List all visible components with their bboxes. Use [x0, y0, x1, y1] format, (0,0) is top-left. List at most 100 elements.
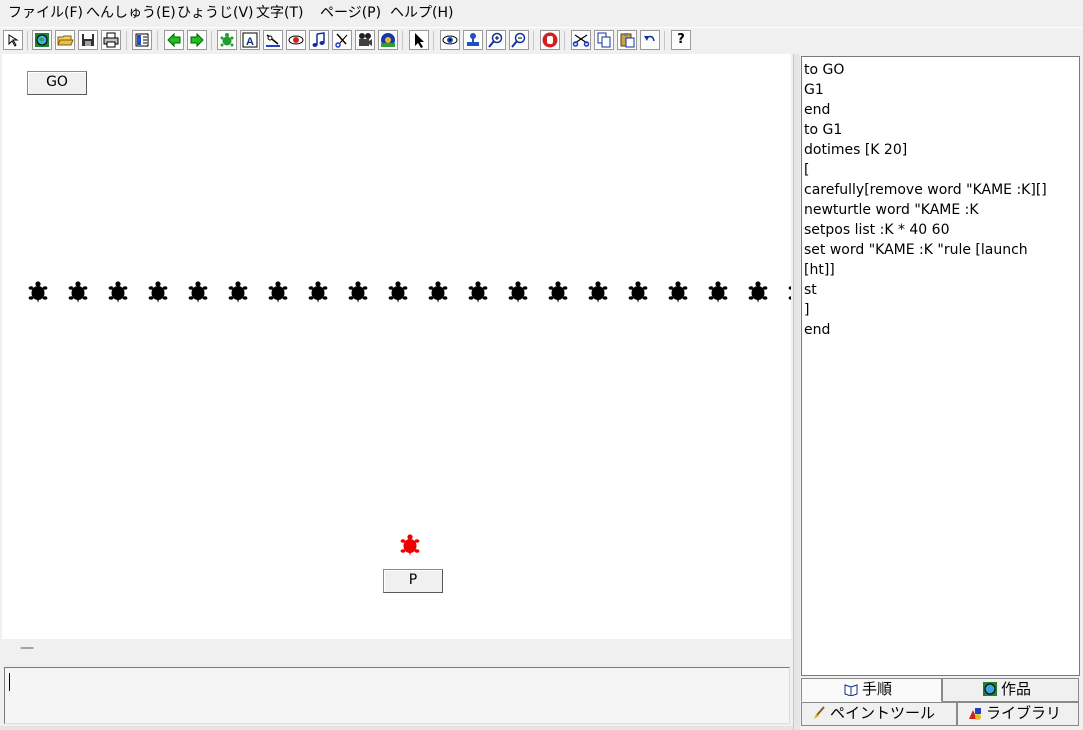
- black-turtle[interactable]: [346, 280, 370, 304]
- cursor-icon[interactable]: [3, 30, 23, 50]
- black-turtle[interactable]: [586, 280, 610, 304]
- toolbar: A ?: [0, 27, 1083, 54]
- procedure-line: G1: [804, 82, 824, 98]
- shape-icon[interactable]: [286, 30, 306, 50]
- paintbrush-icon: [814, 706, 825, 719]
- layout-icon[interactable]: [132, 30, 152, 50]
- tab-paint-tools[interactable]: ペイントツール: [801, 702, 957, 726]
- black-turtle[interactable]: [106, 280, 130, 304]
- toolbar-separator: [126, 31, 127, 50]
- project-page-canvas[interactable]: GO P: [2, 54, 791, 639]
- black-turtle[interactable]: [506, 280, 530, 304]
- red-turtle[interactable]: [398, 533, 422, 557]
- procedure-line: carefully[remove word "KAME :K][]: [804, 182, 1047, 198]
- procedure-line: to G1: [804, 122, 843, 138]
- black-turtle[interactable]: [466, 280, 490, 304]
- procedure-line: dotimes [K 20]: [804, 142, 908, 158]
- help-icon[interactable]: ?: [671, 30, 691, 50]
- folder-open-icon[interactable]: [55, 30, 75, 50]
- zoom-in-icon[interactable]: [486, 30, 506, 50]
- p-button[interactable]: P: [383, 569, 443, 593]
- stamp-icon[interactable]: [463, 30, 483, 50]
- menu-page[interactable]: ページ(P): [320, 4, 381, 22]
- record-icon[interactable]: [378, 30, 398, 50]
- black-turtle[interactable]: [266, 280, 290, 304]
- toolbar-separator: [27, 31, 28, 50]
- menu-help[interactable]: ヘルプ(H): [390, 4, 453, 22]
- procedure-line: to GO: [804, 62, 845, 78]
- video-icon[interactable]: [355, 30, 375, 50]
- canvas-footer: —: [2, 639, 791, 665]
- print-icon[interactable]: [101, 30, 121, 50]
- black-turtle[interactable]: [706, 280, 730, 304]
- black-turtle[interactable]: [666, 280, 690, 304]
- procedure-line: setpos list :K * 40 60: [804, 222, 950, 238]
- procedure-line: [ht]]: [804, 262, 835, 278]
- black-turtle[interactable]: [186, 280, 210, 304]
- bottom-edge: [0, 726, 793, 730]
- toolbar-separator: [157, 31, 158, 50]
- toolbar-separator: [533, 31, 534, 50]
- turtle-icon[interactable]: [217, 30, 237, 50]
- tab-projects-label: 作品: [1001, 680, 1032, 698]
- minimize-dash[interactable]: —: [20, 640, 34, 656]
- black-turtle[interactable]: [626, 280, 650, 304]
- menu-file[interactable]: ファイル(F): [8, 4, 83, 22]
- black-turtle[interactable]: [386, 280, 410, 304]
- eye-icon[interactable]: [440, 30, 460, 50]
- command-center-input[interactable]: [4, 667, 790, 724]
- black-turtle[interactable]: [786, 280, 791, 304]
- scissors-icon[interactable]: [332, 30, 352, 50]
- procedure-line: newturtle word "KAME :K: [804, 202, 979, 218]
- slider-icon[interactable]: [263, 30, 283, 50]
- menu-view[interactable]: ひょうじ(V): [177, 4, 254, 22]
- shapes-icon: [969, 708, 981, 720]
- procedures-pane[interactable]: to GO G1 end to G1 dotimes [K 20] [ care…: [801, 56, 1080, 676]
- paste-icon[interactable]: [617, 30, 637, 50]
- text-box-icon[interactable]: A: [240, 30, 260, 50]
- procedure-line: st: [804, 282, 817, 298]
- menu-edit[interactable]: へんしゅう(E): [86, 4, 176, 22]
- pane-splitter[interactable]: [793, 54, 800, 730]
- black-turtle[interactable]: [546, 280, 570, 304]
- tab-procedures-label: 手順: [862, 680, 893, 698]
- tab-paint-tools-label: ペイントツール: [830, 704, 936, 722]
- stop-hand-icon[interactable]: [540, 30, 560, 50]
- black-turtle[interactable]: [306, 280, 330, 304]
- black-turtle[interactable]: [226, 280, 250, 304]
- svg-text:A: A: [246, 36, 254, 48]
- go-button[interactable]: GO: [27, 71, 87, 95]
- arrow-left-icon[interactable]: [164, 30, 184, 50]
- globe-icon[interactable]: [32, 30, 52, 50]
- globe-icon: [983, 682, 997, 696]
- tab-library[interactable]: ライブラリ: [957, 702, 1079, 726]
- cut-icon[interactable]: [571, 30, 591, 50]
- text-caret: [9, 673, 10, 691]
- save-icon[interactable]: [78, 30, 98, 50]
- copy-icon[interactable]: [594, 30, 614, 50]
- procedure-line: end: [804, 102, 831, 118]
- undo-icon[interactable]: [640, 30, 660, 50]
- black-turtle[interactable]: [66, 280, 90, 304]
- toolbar-separator: [211, 31, 212, 50]
- procedure-line: [: [804, 162, 810, 178]
- toolbar-separator: [564, 31, 565, 50]
- black-turtle[interactable]: [26, 280, 50, 304]
- pointer-icon[interactable]: [409, 30, 429, 50]
- music-icon[interactable]: [309, 30, 329, 50]
- toolbar-separator: [402, 31, 403, 50]
- procedure-line: ]: [804, 302, 810, 318]
- procedure-line: end: [804, 322, 831, 338]
- tab-projects[interactable]: 作品: [942, 678, 1079, 702]
- black-turtle[interactable]: [426, 280, 450, 304]
- toolbar-separator: [433, 31, 434, 50]
- procedure-line: set word "KAME :K "rule [launch: [804, 242, 1028, 258]
- tab-procedures[interactable]: 手順: [801, 678, 942, 702]
- menu-text[interactable]: 文字(T): [256, 4, 303, 22]
- arrow-right-icon[interactable]: [187, 30, 207, 50]
- toolbar-separator: [664, 31, 665, 50]
- menu-bar: ファイル(F) へんしゅう(E) ひょうじ(V) 文字(T) ページ(P) ヘル…: [0, 0, 1083, 26]
- black-turtle[interactable]: [146, 280, 170, 304]
- black-turtle[interactable]: [746, 280, 770, 304]
- zoom-out-icon[interactable]: [509, 30, 529, 50]
